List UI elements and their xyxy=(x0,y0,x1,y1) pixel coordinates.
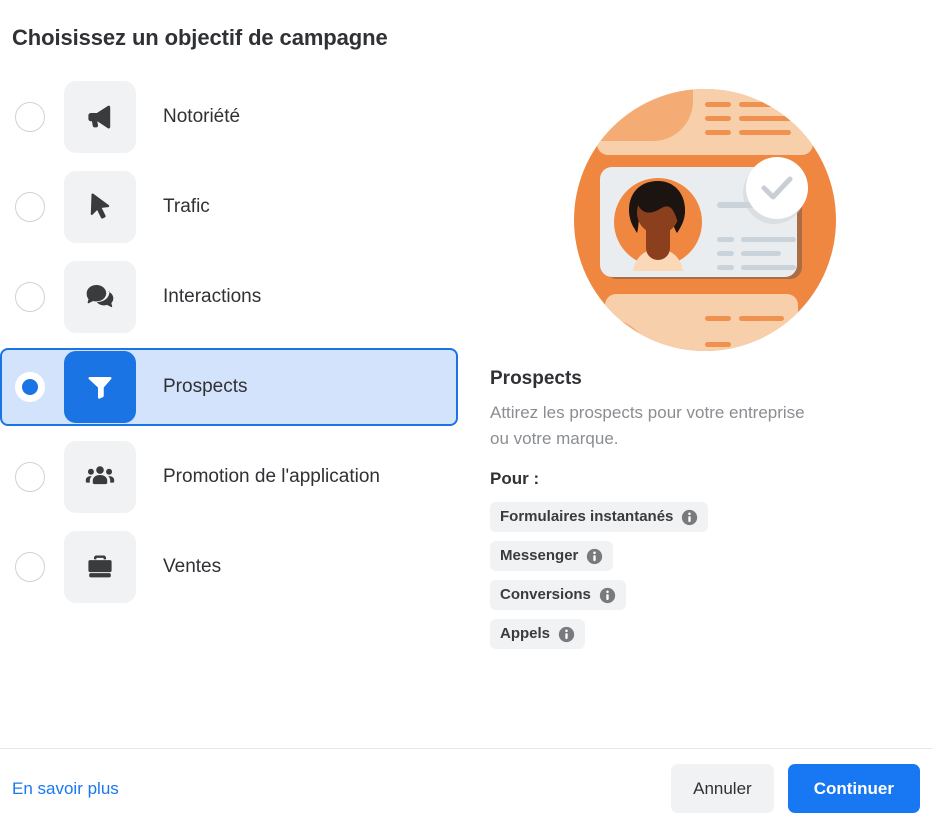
detail-description: Attirez les prospects pour votre entrepr… xyxy=(490,403,805,448)
objective-row-engagement[interactable]: Interactions xyxy=(0,258,458,336)
megaphone-icon xyxy=(64,81,136,153)
people-group-icon xyxy=(64,441,136,513)
chat-bubbles-icon xyxy=(64,261,136,333)
chip-label: Appels xyxy=(500,625,551,642)
cursor-icon xyxy=(64,171,136,243)
chip-row: Conversions xyxy=(490,580,920,619)
radio-traffic[interactable] xyxy=(15,192,45,222)
cancel-button[interactable]: Annuler xyxy=(671,764,774,813)
chip-conversions[interactable]: Conversions xyxy=(490,580,626,610)
chip-messenger[interactable]: Messenger xyxy=(490,541,614,571)
detail-title: Prospects xyxy=(490,368,582,389)
info-icon[interactable] xyxy=(558,626,575,643)
chip-row: Messenger xyxy=(490,541,920,580)
objective-row-awareness[interactable]: Notoriété xyxy=(0,78,458,156)
objective-label-sales: Ventes xyxy=(163,556,222,577)
objective-label-engagement: Interactions xyxy=(163,286,262,307)
objective-row-traffic[interactable]: Trafic xyxy=(0,168,458,246)
chip-label: Messenger xyxy=(500,547,579,564)
objective-label-app-promotion: Promotion de l'application xyxy=(163,466,380,487)
info-icon[interactable] xyxy=(599,587,616,604)
continue-button[interactable]: Continuer xyxy=(787,764,920,813)
radio-leads[interactable] xyxy=(15,372,45,402)
learn-more-link[interactable]: En savoir plus xyxy=(12,778,119,800)
briefcase-icon xyxy=(64,531,136,603)
leads-illustration xyxy=(574,89,836,351)
chip-instant-forms[interactable]: Formulaires instantanés xyxy=(490,502,709,532)
footer-actions: Annuler Continuer xyxy=(671,764,920,813)
info-icon[interactable] xyxy=(586,548,603,565)
objective-list: Notoriété Trafic Interactions Prospects … xyxy=(0,78,466,606)
footer-bar: En savoir plus Annuler Continuer xyxy=(0,748,932,828)
campaign-objective-content: Notoriété Trafic Interactions Prospects … xyxy=(0,78,932,748)
radio-sales[interactable] xyxy=(15,552,45,582)
chip-label: Conversions xyxy=(500,586,591,603)
objective-label-leads: Prospects xyxy=(163,376,248,397)
funnel-icon xyxy=(64,351,136,423)
radio-app-promotion[interactable] xyxy=(15,462,45,492)
page-title: Choisissez un objectif de campagne xyxy=(12,25,388,50)
objective-label-traffic: Trafic xyxy=(163,196,210,217)
radio-engagement[interactable] xyxy=(15,282,45,312)
chip-label: Formulaires instantanés xyxy=(500,508,674,525)
objective-row-app-promotion[interactable]: Promotion de l'application xyxy=(0,438,458,516)
info-icon[interactable] xyxy=(681,509,698,526)
objective-row-sales[interactable]: Ventes xyxy=(0,528,458,606)
objective-detail-panel: Prospects Attirez les prospects pour vot… xyxy=(490,78,920,658)
objective-row-leads[interactable]: Prospects xyxy=(0,348,458,426)
chip-calls[interactable]: Appels xyxy=(490,619,586,649)
chip-row: Formulaires instantanés xyxy=(490,502,920,541)
chip-row: Appels xyxy=(490,619,920,658)
illustration-container xyxy=(490,78,920,362)
radio-awareness[interactable] xyxy=(15,102,45,132)
detail-for-label: Pour : xyxy=(490,469,540,488)
objective-label-awareness: Notoriété xyxy=(163,106,241,127)
supported-destinations-list: Formulaires instantanés Messenger Conver… xyxy=(490,502,920,658)
